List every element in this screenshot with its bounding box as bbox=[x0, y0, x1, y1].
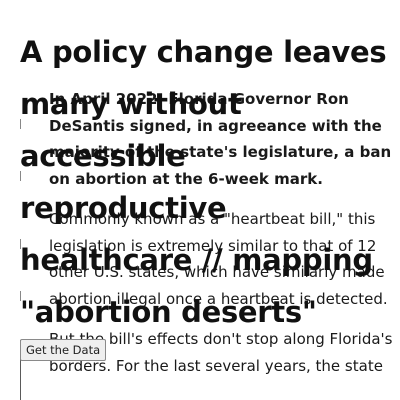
get-data-button[interactable]: Get the Data bbox=[20, 339, 107, 361]
article-page: A policy change leaves many without acce… bbox=[0, 0, 400, 400]
article-headline: A policy change leaves many without acce… bbox=[20, 35, 387, 329]
